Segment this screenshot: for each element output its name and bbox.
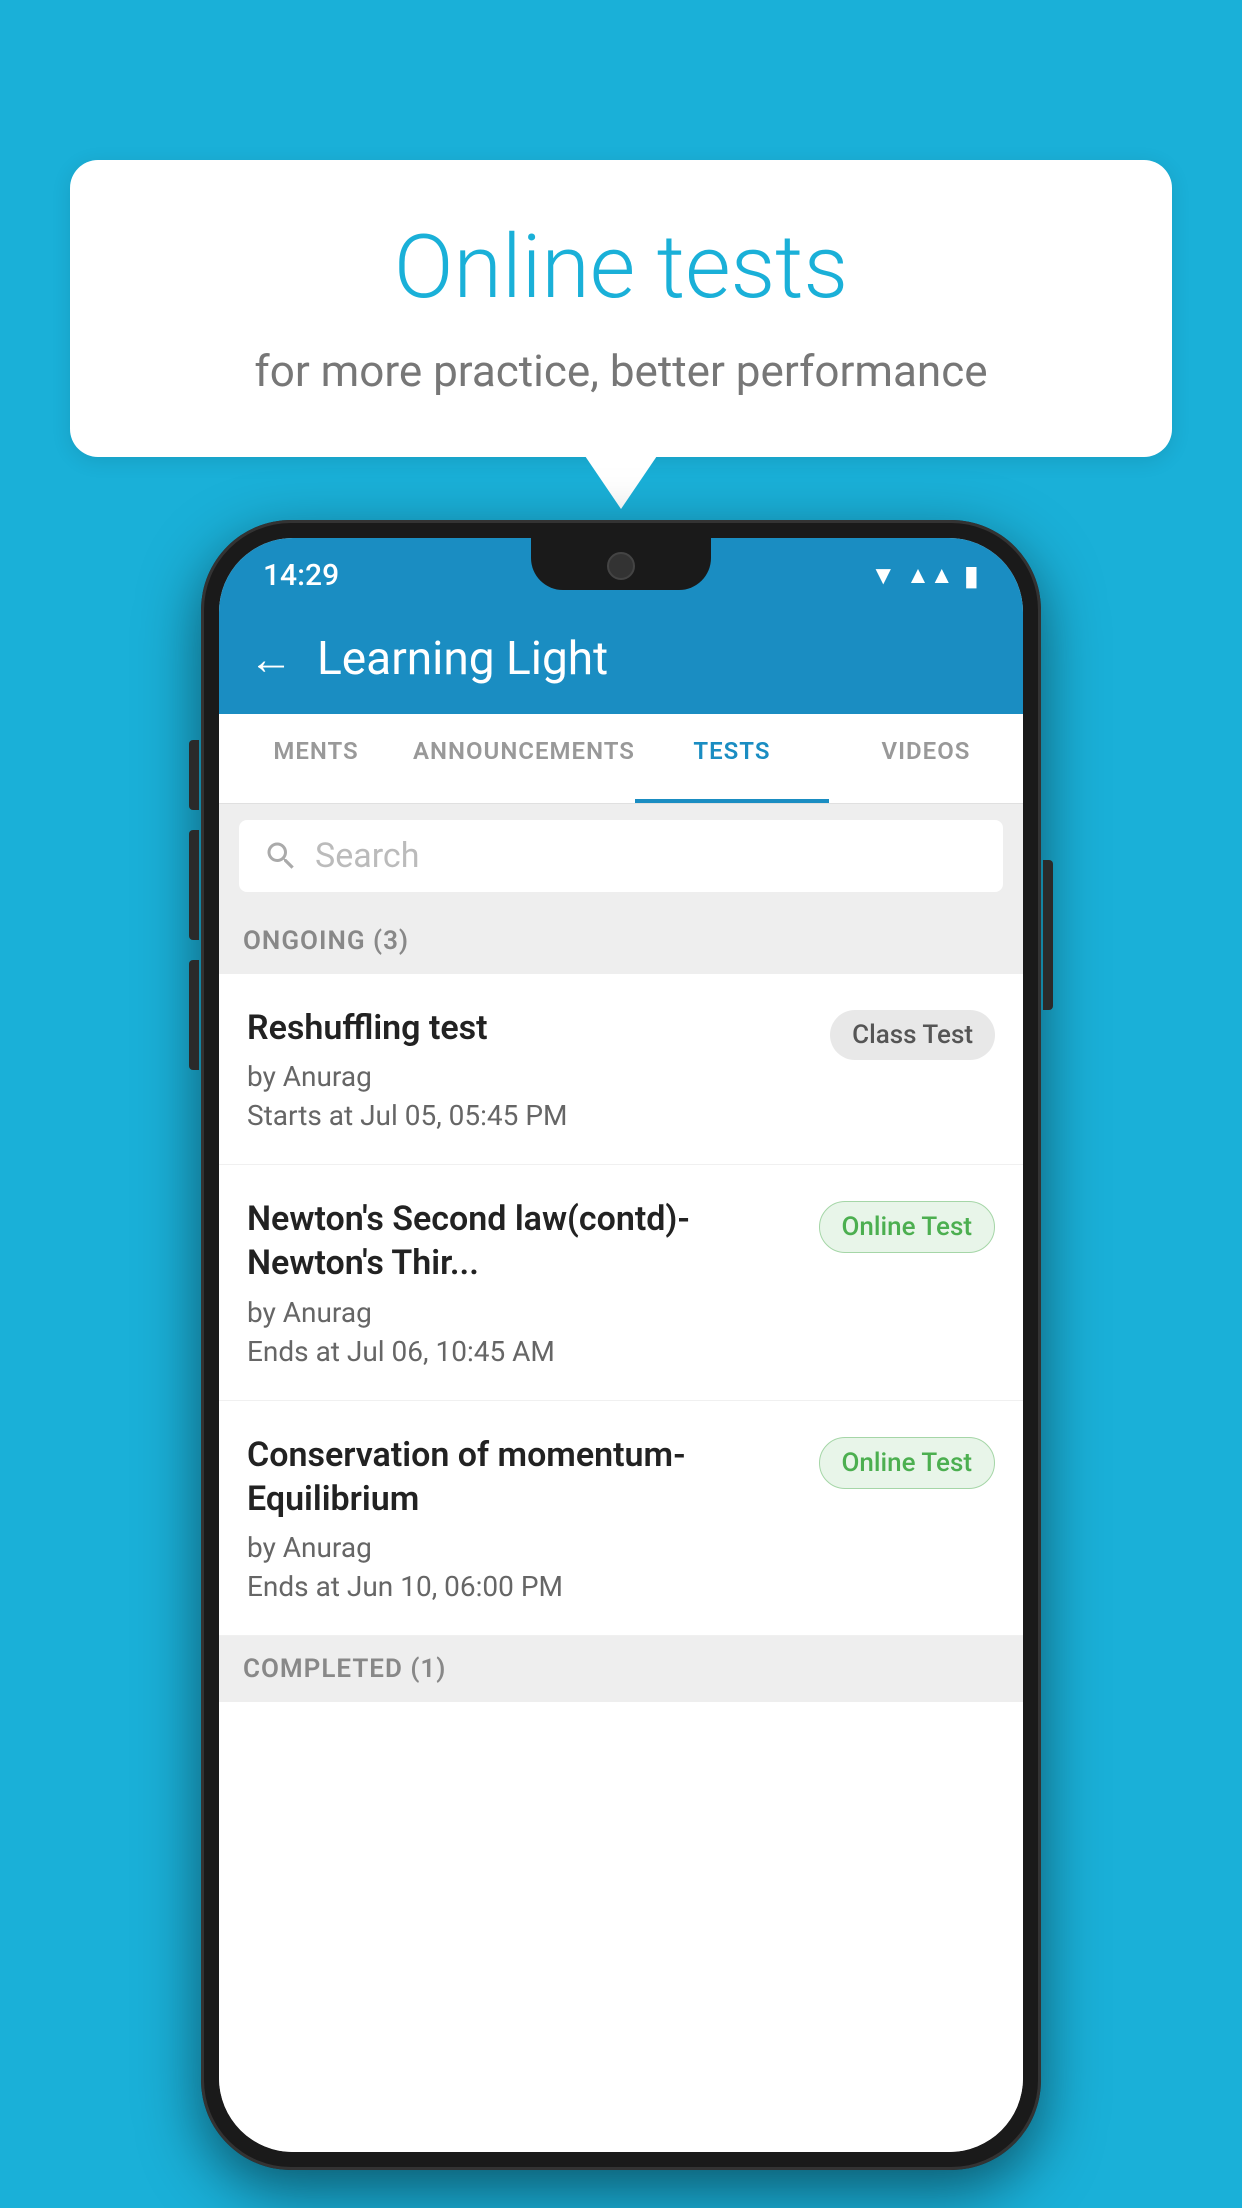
speech-bubble: Online tests for more practice, better p…	[70, 160, 1172, 457]
status-icons: ▼ ▲▲ ▮	[870, 559, 979, 592]
completed-section-header: COMPLETED (1)	[219, 1636, 1023, 1702]
test-item[interactable]: Newton's Second law(contd)-Newton's Thir…	[219, 1165, 1023, 1400]
phone-outer: 14:29 ▼ ▲▲ ▮ ← Learning Light MENTS ANNO…	[201, 520, 1041, 2170]
phone-camera	[607, 552, 635, 580]
back-button[interactable]: ←	[249, 633, 293, 685]
tab-announcements[interactable]: ANNOUNCEMENTS	[413, 714, 635, 803]
phone-button-vol-down	[189, 960, 199, 1070]
test-title: Newton's Second law(contd)-Newton's Thir…	[247, 1197, 803, 1285]
test-time: Ends at Jun 10, 06:00 PM	[247, 1570, 803, 1603]
search-icon	[263, 838, 299, 874]
search-container: Search	[219, 804, 1023, 908]
test-item[interactable]: Conservation of momentum-Equilibrium by …	[219, 1401, 1023, 1636]
tab-ments[interactable]: MENTS	[219, 714, 413, 803]
phone-button-vol-up	[189, 830, 199, 940]
tab-bar: MENTS ANNOUNCEMENTS TESTS VIDEOS	[219, 714, 1023, 804]
test-info: Reshuffling test by Anurag Starts at Jul…	[247, 1006, 814, 1132]
test-title: Conservation of momentum-Equilibrium	[247, 1433, 803, 1521]
test-time: Ends at Jul 06, 10:45 AM	[247, 1335, 803, 1368]
test-badge: Online Test	[819, 1201, 996, 1253]
test-time: Starts at Jul 05, 05:45 PM	[247, 1099, 814, 1132]
search-input-wrap[interactable]: Search	[239, 820, 1003, 892]
test-author: by Anurag	[247, 1296, 803, 1329]
ongoing-section-header: ONGOING (3)	[219, 908, 1023, 974]
test-item[interactable]: Reshuffling test by Anurag Starts at Jul…	[219, 974, 1023, 1165]
phone-button-vol-toggle	[189, 740, 199, 810]
test-info: Newton's Second law(contd)-Newton's Thir…	[247, 1197, 803, 1367]
phone-screen: 14:29 ▼ ▲▲ ▮ ← Learning Light MENTS ANNO…	[219, 538, 1023, 2152]
app-bar: ← Learning Light	[219, 604, 1023, 714]
phone-frame: 14:29 ▼ ▲▲ ▮ ← Learning Light MENTS ANNO…	[201, 520, 1041, 2170]
bubble-subtitle: for more practice, better performance	[120, 345, 1122, 397]
status-time: 14:29	[263, 558, 339, 593]
test-author: by Anurag	[247, 1531, 803, 1564]
phone-button-power	[1043, 860, 1053, 1010]
wifi-icon: ▼	[870, 560, 896, 591]
phone-notch	[531, 538, 711, 590]
app-title: Learning Light	[317, 632, 608, 686]
test-badge: Class Test	[830, 1010, 995, 1060]
tab-tests[interactable]: TESTS	[635, 714, 829, 803]
battery-icon: ▮	[964, 559, 979, 592]
bubble-title: Online tests	[120, 220, 1122, 317]
signal-icon: ▲▲	[906, 561, 954, 590]
test-badge: Online Test	[819, 1437, 996, 1489]
test-title: Reshuffling test	[247, 1006, 814, 1050]
test-info: Conservation of momentum-Equilibrium by …	[247, 1433, 803, 1603]
test-list: Reshuffling test by Anurag Starts at Jul…	[219, 974, 1023, 2152]
search-placeholder: Search	[315, 836, 419, 876]
tab-videos[interactable]: VIDEOS	[829, 714, 1023, 803]
test-author: by Anurag	[247, 1060, 814, 1093]
